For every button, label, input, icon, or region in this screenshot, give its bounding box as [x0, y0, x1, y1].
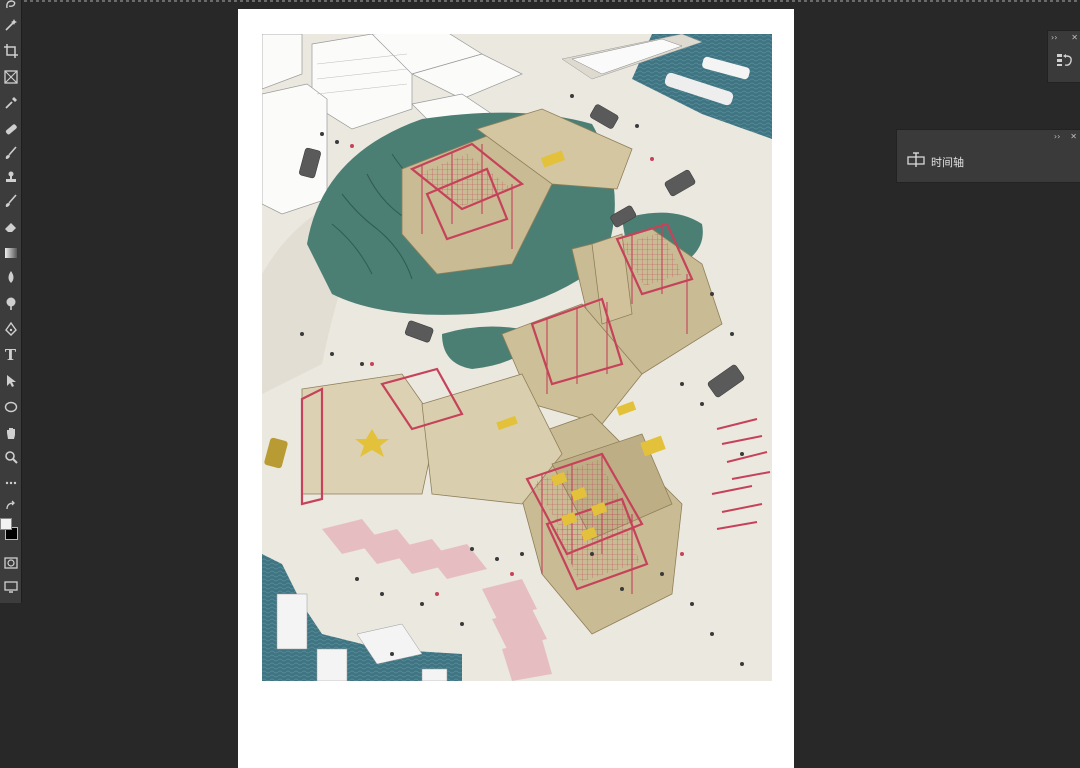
collapse-panel-button[interactable]: ›› — [1054, 132, 1060, 141]
options-bar-edge — [0, 0, 1080, 2]
path-select-icon[interactable] — [0, 370, 21, 392]
history-brush-icon[interactable] — [0, 190, 21, 212]
collapsed-history-panel: ›› ✕ — [1047, 30, 1080, 83]
zoom-icon[interactable] — [0, 446, 21, 468]
swap-colors-icon[interactable] — [0, 496, 21, 518]
close-panel-button[interactable]: ✕ — [1070, 132, 1077, 141]
eraser-icon[interactable] — [0, 216, 21, 238]
gradient-icon[interactable] — [0, 242, 21, 264]
blur-icon[interactable] — [0, 266, 21, 288]
screen-mode-icon[interactable] — [0, 576, 21, 598]
clone-stamp-icon[interactable] — [0, 166, 21, 188]
tools-panel: T — [0, 0, 22, 603]
brush-icon[interactable] — [0, 142, 21, 164]
type-icon[interactable]: T — [0, 344, 21, 366]
panel-header: ›› ✕ — [1048, 31, 1080, 43]
dodge-icon[interactable] — [0, 292, 21, 314]
document-canvas[interactable] — [238, 9, 794, 768]
collapse-panel-button[interactable]: ›› — [1051, 33, 1057, 42]
history-icon[interactable] — [1056, 52, 1074, 72]
ellipse-icon[interactable] — [0, 396, 21, 418]
hand-icon[interactable] — [0, 422, 21, 444]
magic-wand-icon[interactable] — [0, 14, 21, 36]
axonometric-artwork — [262, 34, 772, 681]
eyedropper-icon[interactable] — [0, 92, 21, 114]
crop-icon[interactable] — [0, 40, 21, 62]
photoshop-workspace: T ›› ✕ ›› ✕ 时间轴 — [0, 0, 1080, 768]
close-panel-button[interactable]: ✕ — [1071, 33, 1078, 42]
healing-brush-icon[interactable] — [0, 118, 21, 140]
timeline-tab[interactable]: 时间轴 — [897, 142, 1080, 181]
quick-mask-icon[interactable] — [0, 552, 21, 574]
timeline-icon — [907, 152, 925, 171]
panel-header: ›› ✕ — [897, 130, 1080, 142]
foreground-color-swatch[interactable] — [0, 518, 12, 530]
timeline-panel: ›› ✕ 时间轴 — [896, 129, 1080, 183]
more-tools-icon[interactable] — [0, 472, 21, 494]
timeline-label: 时间轴 — [931, 155, 964, 169]
pen-icon[interactable] — [0, 318, 21, 340]
frame-icon[interactable] — [0, 66, 21, 88]
